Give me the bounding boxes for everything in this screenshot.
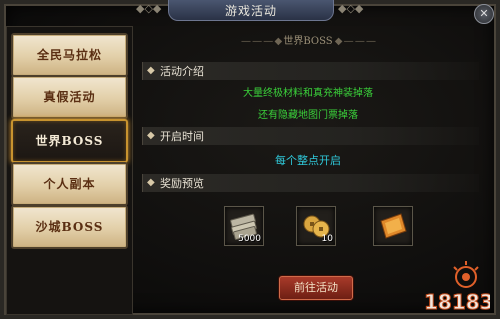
sidebar-item-sand-city-boss[interactable]: 沙城BOSS <box>11 205 128 249</box>
diamond-bullet-icon: ◆ <box>147 65 155 76</box>
title-bar: 游戏活动 <box>168 0 334 21</box>
close-button[interactable]: ✕ <box>474 4 494 24</box>
diamond-bullet-icon: ◆ <box>147 130 155 141</box>
intro-line: 大量终极材料和真充神装掉落 <box>243 88 373 99</box>
sidebar-item-label: 沙城BOSS <box>35 220 104 234</box>
sidebar-item-label: 真假活动 <box>43 90 96 104</box>
intro-line: 还有隐藏地图门票掉落 <box>258 110 358 121</box>
reward-slot[interactable]: 10 <box>296 206 336 246</box>
sidebar-item-label: 世界BOSS <box>35 134 104 148</box>
sidebar-item-label: 全民马拉松 <box>36 48 102 62</box>
intro-header: ◆ 活动介绍 <box>142 62 479 80</box>
time-header: ◆ 开启时间 <box>142 127 479 145</box>
time-heading: 开启时间 <box>160 130 204 143</box>
go-to-activity-button[interactable]: 前往活动 <box>279 276 353 300</box>
sidebar-item-personal-dungeon[interactable]: 个人副本 <box>11 162 128 206</box>
watermark-text: 18183 <box>424 290 490 313</box>
close-icon: ✕ <box>479 7 489 20</box>
activity-sidebar: 全民马拉松 真假活动 世界BOSS 个人副本 沙城BOSS <box>6 26 133 315</box>
watermark-logo: 18183 <box>420 259 494 315</box>
reward-qty: 5000 <box>238 234 261 244</box>
intro-heading: 活动介绍 <box>160 65 204 78</box>
reward-slot[interactable]: 5000 <box>224 206 264 246</box>
ornament-left-icon: ◆◇◆ <box>136 2 162 15</box>
sidebar-item-world-boss[interactable]: 世界BOSS <box>11 119 128 163</box>
section-subtitle: — — — ◆ 世界BOSS ◆ — — — <box>240 36 376 47</box>
subtitle-text: 世界BOSS <box>283 36 333 47</box>
rewards-header: ◆ 奖励预览 <box>142 174 479 192</box>
watermark-sun-icon: 18183 <box>424 261 494 315</box>
reward-qty: 10 <box>321 234 333 244</box>
ornament-right-icon: ◆◇◆ <box>338 2 364 15</box>
window-title: 游戏活动 <box>224 4 277 18</box>
sidebar-item-label: 个人副本 <box>43 177 96 191</box>
sidebar-item-marathon[interactable]: 全民马拉松 <box>11 33 128 77</box>
ticket-scroll-icon <box>380 213 407 239</box>
sidebar-item-true-false[interactable]: 真假活动 <box>11 75 128 119</box>
diamond-bullet-icon: ◆ <box>147 177 155 188</box>
open-time-text: 每个整点开启 <box>275 154 341 167</box>
rewards-heading: 奖励预览 <box>160 177 204 190</box>
reward-slot[interactable] <box>373 206 413 246</box>
